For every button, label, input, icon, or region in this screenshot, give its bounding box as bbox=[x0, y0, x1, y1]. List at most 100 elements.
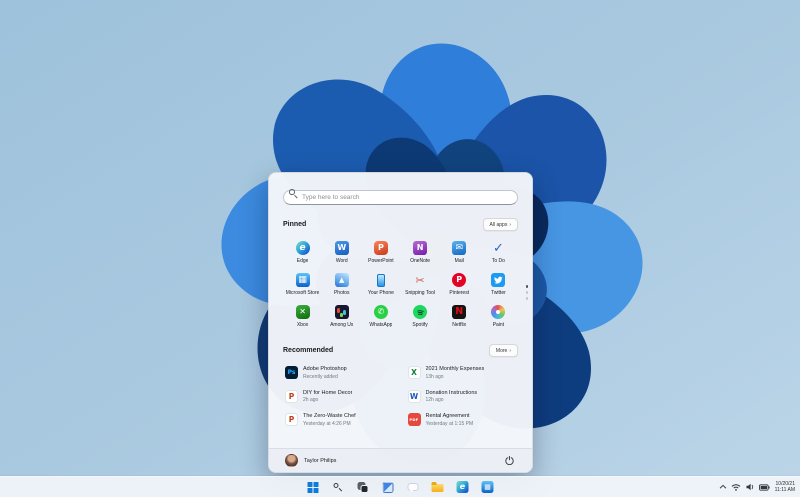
start-menu: Pinned All apps › e Edge W Word P PowerPoint N… bbox=[268, 172, 533, 473]
taskbar-chat-button[interactable] bbox=[405, 479, 421, 495]
recommended-item-text: Rental Agreement Yesterday at 1:15 PM bbox=[426, 413, 474, 427]
clock-time: 11:11 AM bbox=[774, 487, 795, 493]
recommended-item-title: Adobe Photoshop bbox=[303, 366, 347, 372]
pinterest-icon: P bbox=[452, 273, 467, 287]
battery-icon[interactable] bbox=[759, 483, 770, 491]
store-icon: ▦ bbox=[295, 273, 310, 287]
pinned-app-label: Xbox bbox=[296, 322, 309, 328]
taskbar-store-button[interactable]: ▦ bbox=[480, 479, 496, 495]
recommended-item-subtitle: 2h ago bbox=[303, 397, 319, 403]
pinned-app-label: Word bbox=[335, 258, 348, 264]
pinned-app-onenote[interactable]: N OneNote bbox=[401, 238, 440, 265]
start-icon bbox=[307, 481, 318, 493]
pinned-app-label: Photos bbox=[333, 290, 350, 296]
pinned-app-xbox[interactable]: ✕ Xbox bbox=[283, 302, 322, 329]
taskbar-start-button[interactable] bbox=[305, 479, 321, 495]
spotify-icon bbox=[413, 305, 428, 319]
search-icon bbox=[333, 482, 342, 492]
recommended-item-2021-monthly-expenses[interactable]: X 2021 Monthly Expenses 13h ago bbox=[406, 364, 519, 382]
widgets-icon bbox=[382, 481, 393, 493]
taskbar-widgets-button[interactable] bbox=[380, 479, 396, 495]
recommended-item-subtitle: 12h ago bbox=[425, 397, 444, 403]
recommended-item-the-zero-waste-chef[interactable]: P The Zero-Waste Chef Yesterday at 4:26 PM bbox=[283, 411, 396, 429]
taskbar-edge-button[interactable]: e bbox=[455, 479, 471, 495]
onenote-icon: N bbox=[413, 241, 428, 255]
more-button[interactable]: More › bbox=[488, 344, 518, 357]
taskbar: e ▦ 10/20/21 11:11 AM bbox=[0, 476, 800, 497]
taskbar-search-button[interactable] bbox=[330, 479, 346, 495]
pinned-app-whatsapp[interactable]: ✆ WhatsApp bbox=[361, 302, 400, 329]
recommended-item-subtitle: Yesterday at 1:15 PM bbox=[425, 420, 474, 427]
user-avatar bbox=[285, 454, 298, 467]
page-dot-active[interactable] bbox=[525, 285, 528, 288]
recommended-item-text: 2021 Monthly Expenses 13h ago bbox=[426, 366, 485, 380]
pinned-app-word[interactable]: W Word bbox=[322, 238, 361, 265]
recommended-item-title: Donation Instructions bbox=[425, 389, 478, 396]
search-icon bbox=[289, 189, 298, 198]
pinned-app-mail[interactable]: ✉ Mail bbox=[440, 238, 479, 265]
page-dot[interactable] bbox=[525, 297, 528, 300]
pinned-heading: Pinned bbox=[283, 221, 307, 228]
recommended-item-title: The Zero-Waste Chef bbox=[303, 413, 356, 419]
pinned-app-label: WhatsApp bbox=[369, 322, 393, 328]
photos-icon: ▲ bbox=[334, 273, 349, 287]
recommended-item-adobe-photoshop[interactable]: Ps Adobe Photoshop Recently added bbox=[283, 364, 396, 382]
taskbar-file-explorer-button[interactable] bbox=[430, 479, 446, 495]
recommended-item-diy-for-home-decor[interactable]: P DIY for Home Decor 2h ago bbox=[283, 388, 396, 406]
pinned-app-pinterest[interactable]: P Pinterest bbox=[440, 270, 479, 297]
taskbar-task-view-button[interactable] bbox=[355, 479, 371, 495]
pinned-app-label: Snipping Tool bbox=[405, 290, 436, 296]
pinned-app-paint[interactable]: Paint bbox=[479, 302, 518, 329]
taskbar-clock[interactable]: 10/20/21 11:11 AM bbox=[775, 481, 795, 494]
user-name: Taylor Philips bbox=[304, 457, 337, 464]
xbox-icon: ✕ bbox=[295, 305, 310, 319]
recommended-item-title: Rental Agreement bbox=[425, 413, 470, 419]
snip-icon: ✂ bbox=[415, 273, 425, 287]
pinned-app-label: Edge bbox=[296, 258, 309, 264]
todo-icon: ✓ bbox=[492, 240, 504, 256]
twitter-icon bbox=[491, 273, 506, 287]
pinned-app-microsoft-store[interactable]: ▦ Microsoft Store bbox=[283, 270, 322, 297]
pinned-app-photos[interactable]: ▲ Photos bbox=[322, 270, 361, 297]
pinned-app-label: To Do bbox=[491, 258, 505, 264]
pinned-app-label: Paint bbox=[492, 322, 505, 328]
recommended-item-title: 2021 Monthly Expenses bbox=[425, 366, 485, 372]
search-bar bbox=[283, 186, 518, 205]
pinned-app-label: Twitter bbox=[491, 290, 506, 296]
chevron-right-icon: › bbox=[509, 221, 511, 228]
pinned-app-powerpoint[interactable]: P PowerPoint bbox=[361, 238, 400, 265]
pinned-app-edge[interactable]: e Edge bbox=[283, 238, 322, 265]
chevron-right-icon: › bbox=[509, 347, 511, 354]
recommended-item-donation-instructions[interactable]: W Donation Instructions 12h ago bbox=[406, 388, 519, 406]
start-menu-footer: Taylor Philips bbox=[269, 448, 532, 472]
system-tray: 10/20/21 11:11 AM bbox=[719, 477, 795, 497]
pinned-app-snipping-tool[interactable]: ✂ Snipping Tool bbox=[401, 270, 440, 297]
user-profile-button[interactable]: Taylor Philips bbox=[285, 454, 336, 467]
pinned-app-to-do[interactable]: ✓ To Do bbox=[479, 238, 518, 265]
pinned-apps-grid: e Edge W Word P PowerPoint N OneNote ✉ Mail ✓ To Do… bbox=[283, 238, 518, 329]
recommended-item-subtitle: 13h ago bbox=[425, 373, 444, 380]
pinned-app-netflix[interactable]: N Netflix bbox=[440, 302, 479, 329]
ppt-icon: P bbox=[285, 389, 298, 403]
pinned-app-twitter[interactable]: Twitter bbox=[479, 270, 518, 297]
recommended-item-rental-agreement[interactable]: PDF Rental Agreement Yesterday at 1:15 PM bbox=[406, 411, 519, 429]
edge-icon: e bbox=[295, 241, 310, 255]
pinned-pagination[interactable] bbox=[525, 285, 528, 300]
pinned-app-among-us[interactable]: Among Us bbox=[322, 302, 361, 329]
tray-chevron-icon[interactable] bbox=[719, 484, 727, 490]
task-view-icon bbox=[357, 481, 368, 493]
volume-icon[interactable] bbox=[746, 483, 755, 491]
page-dot[interactable] bbox=[525, 291, 528, 294]
wifi-icon[interactable] bbox=[731, 483, 741, 491]
pinned-app-spotify[interactable]: Spotify bbox=[401, 302, 440, 329]
pinned-app-your-phone[interactable]: Your Phone bbox=[361, 270, 400, 297]
worddoc-icon: W bbox=[407, 389, 421, 403]
pinned-app-label: Pinterest bbox=[449, 290, 470, 296]
all-apps-button[interactable]: All apps › bbox=[482, 218, 518, 231]
pinned-app-label: Mail bbox=[454, 258, 464, 264]
search-input[interactable] bbox=[283, 190, 518, 205]
whatsapp-icon: ✆ bbox=[373, 305, 388, 319]
power-button[interactable] bbox=[502, 454, 516, 468]
recommended-heading: Recommended bbox=[283, 347, 334, 354]
paint-icon bbox=[491, 305, 506, 319]
